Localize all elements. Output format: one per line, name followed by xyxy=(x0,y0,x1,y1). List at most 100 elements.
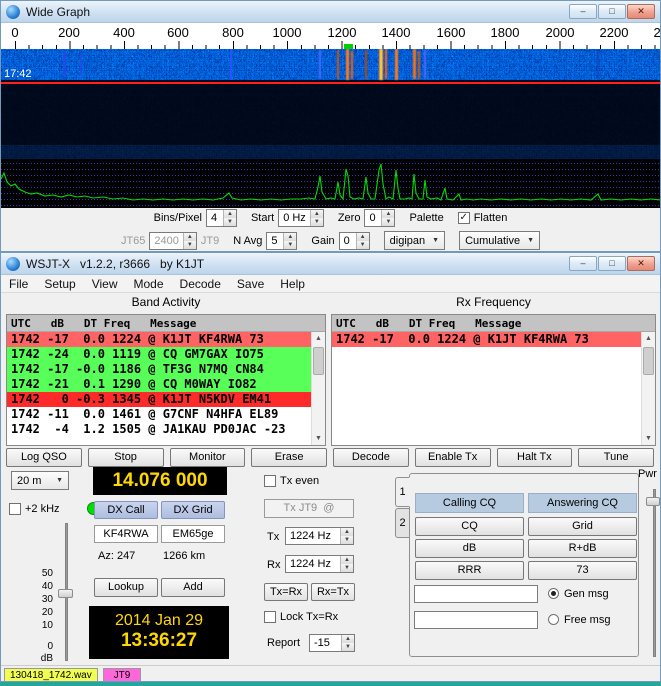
spin-down-icon[interactable]: ▼ xyxy=(382,218,395,226)
spin-up-icon[interactable]: ▲ xyxy=(382,210,395,218)
dx-grid-button[interactable]: DX Grid xyxy=(161,501,225,519)
band-activity-panel: UTC dB DT Freq Message 1742 -17 0.0 1224… xyxy=(6,314,326,446)
scroll-up-icon[interactable]: ▲ xyxy=(642,332,655,345)
tx-eq-rx-button[interactable]: Tx=Rx xyxy=(264,583,308,601)
decode-row[interactable]: 1742 -24 0.0 1119 @ CQ GM7GAX IO75 xyxy=(7,347,325,362)
menu-help[interactable]: Help xyxy=(272,275,313,293)
spin-down-icon[interactable]: ▼ xyxy=(356,240,369,249)
cq-button[interactable]: CQ xyxy=(415,517,524,536)
close-icon[interactable]: ✕ xyxy=(627,256,655,271)
rx-eq-tx-button[interactable]: Rx=Tx xyxy=(311,583,355,601)
spin-up-icon[interactable]: ▲ xyxy=(356,232,369,241)
rx-gain-slider-handle[interactable] xyxy=(58,589,73,598)
free-msg-radio[interactable] xyxy=(548,614,559,625)
rx-freq-spinner[interactable]: 1224 Hz ▲ ▼ xyxy=(285,555,354,573)
flatten-checkbox[interactable]: ✓ Flatten xyxy=(457,212,507,224)
spinner-arrows: ▲ ▼ xyxy=(355,232,369,249)
spin-down-icon[interactable]: ▼ xyxy=(284,240,297,249)
decode-row[interactable]: 1742 -4 1.2 1505 @ JA1KAU PD0JAC -23 xyxy=(7,422,325,437)
spin-up-icon[interactable]: ▲ xyxy=(310,210,323,218)
spin-up-icon[interactable]: ▲ xyxy=(341,528,353,536)
waterfall-display[interactable]: 17:42 xyxy=(1,49,660,159)
spin-down-icon[interactable]: ▼ xyxy=(223,218,236,226)
tx-even-checkbox[interactable]: Tx even xyxy=(264,475,319,487)
scroll-up-icon[interactable]: ▲ xyxy=(312,332,325,345)
plus-2khz-checkbox[interactable]: +2 kHz xyxy=(9,503,60,515)
scroll-down-icon[interactable]: ▼ xyxy=(312,432,325,445)
dx-call-button[interactable]: DX Call xyxy=(94,501,158,519)
decode-row[interactable]: 1742 -17 0.0 1224 @ K1JT KF4RWA 73 xyxy=(7,332,325,347)
minimize-icon[interactable]: – xyxy=(569,4,597,19)
tab-2[interactable]: 2 xyxy=(395,508,410,538)
band-activity-scrollbar[interactable]: ▲ ▼ xyxy=(311,332,325,445)
band-select[interactable]: 20 m ▼ xyxy=(11,471,69,490)
scale-label: 1400 xyxy=(381,25,411,40)
navg-spinner[interactable]: 5 ▲ ▼ xyxy=(266,231,298,250)
dx-call-field[interactable]: KF4RWA xyxy=(94,525,158,543)
rx-frequency-scrollbar[interactable]: ▲ ▼ xyxy=(641,332,655,445)
gen-msg-input[interactable] xyxy=(414,585,538,603)
main-titlebar[interactable]: WSJT-X v1.2.2, r3666 by K1JT – □ ✕ xyxy=(1,253,660,275)
gen-msg-radio[interactable] xyxy=(548,588,559,599)
checkbox-box[interactable] xyxy=(264,611,276,623)
scroll-down-icon[interactable]: ▼ xyxy=(642,432,655,445)
spectrum-display[interactable] xyxy=(1,159,660,208)
checkbox-check-icon[interactable]: ✓ xyxy=(457,212,470,224)
add-button[interactable]: Add xyxy=(161,578,225,597)
scrollbar-thumb[interactable] xyxy=(643,347,654,375)
chevron-down-icon: ▼ xyxy=(56,477,63,484)
spin-up-icon[interactable]: ▲ xyxy=(342,635,354,643)
tab-1[interactable]: 1 xyxy=(395,477,410,507)
palette-select[interactable]: digipan ▼ xyxy=(383,231,446,250)
spin-up-icon[interactable]: ▲ xyxy=(284,232,297,241)
maximize-icon[interactable]: □ xyxy=(598,256,626,271)
free-msg-input[interactable] xyxy=(414,611,538,629)
scale-label: 1000 xyxy=(272,25,302,40)
decode-row[interactable]: 1742 0 -0.3 1345 @ K1JT N5KDV EM41 xyxy=(7,392,325,407)
menu-save[interactable]: Save xyxy=(229,275,272,293)
spin-down-icon[interactable]: ▼ xyxy=(342,643,354,651)
checkbox-box[interactable] xyxy=(9,503,21,515)
report-spinner[interactable]: -15 ▲ ▼ xyxy=(309,634,355,652)
menu-decode[interactable]: Decode xyxy=(172,275,229,293)
spin-up-icon[interactable]: ▲ xyxy=(341,556,353,564)
rrr-button[interactable]: RRR xyxy=(415,561,524,580)
gain-spinner[interactable]: 0 ▲ ▼ xyxy=(338,231,370,250)
pwr-slider[interactable] xyxy=(653,489,656,657)
close-icon[interactable]: ✕ xyxy=(627,4,655,19)
menu-mode[interactable]: Mode xyxy=(126,275,172,293)
lock-tx-rx-checkbox[interactable]: Lock Tx=Rx xyxy=(264,611,338,623)
lock-tx-rx-label: Lock Tx=Rx xyxy=(280,611,339,623)
bins-pixel-spinner[interactable]: 4 ▲ ▼ xyxy=(205,209,237,227)
spin-up-icon[interactable]: ▲ xyxy=(223,210,236,218)
spin-down-icon: ▼ xyxy=(183,240,196,249)
spectrum-mode-select[interactable]: Cumulative ▼ xyxy=(459,231,541,250)
decode-row[interactable]: 1742 -21 0.1 1290 @ CQ M0WAY IO82 xyxy=(7,377,325,392)
wide-graph-titlebar[interactable]: Wide Graph – □ ✕ xyxy=(1,1,660,23)
spin-down-icon[interactable]: ▼ xyxy=(310,218,323,226)
menu-view[interactable]: View xyxy=(84,275,126,293)
db-button[interactable]: dB xyxy=(415,539,524,558)
seventy-three-button[interactable]: 73 xyxy=(528,561,637,580)
spin-down-icon[interactable]: ▼ xyxy=(341,564,353,572)
dx-grid-field[interactable]: EM65ge xyxy=(161,525,225,543)
tx-freq-spinner[interactable]: 1224 Hz ▲ ▼ xyxy=(285,527,354,545)
zero-spinner[interactable]: 0 ▲ ▼ xyxy=(364,209,396,227)
start-spinner[interactable]: 0 Hz ▲ ▼ xyxy=(278,209,324,227)
lookup-button[interactable]: Lookup xyxy=(94,578,158,597)
checkbox-box[interactable] xyxy=(264,475,276,487)
decode-row[interactable]: 1742 -11 0.0 1461 @ G7CNF N4HFA EL89 xyxy=(7,407,325,422)
decode-row[interactable]: 1742 -17 -0.0 1186 @ TF3G N7MQ CN84 xyxy=(7,362,325,377)
grid-button[interactable]: Grid xyxy=(528,517,637,536)
decode-row[interactable]: 1742 -17 0.0 1224 @ K1JT KF4RWA 73 xyxy=(332,332,655,347)
pwr-slider-handle[interactable] xyxy=(646,497,660,506)
frequency-scale[interactable]: 0 200 400 600 800 1000 1200 1400 1600 18… xyxy=(1,23,660,49)
r-db-button[interactable]: R+dB xyxy=(528,539,637,558)
menu-setup[interactable]: Setup xyxy=(36,275,83,293)
answering-cq-header: Answering CQ xyxy=(528,493,637,513)
spin-down-icon[interactable]: ▼ xyxy=(341,536,353,544)
scrollbar-thumb[interactable] xyxy=(313,347,324,375)
menu-file[interactable]: File xyxy=(1,275,36,293)
maximize-icon[interactable]: □ xyxy=(598,4,626,19)
minimize-icon[interactable]: – xyxy=(569,256,597,271)
